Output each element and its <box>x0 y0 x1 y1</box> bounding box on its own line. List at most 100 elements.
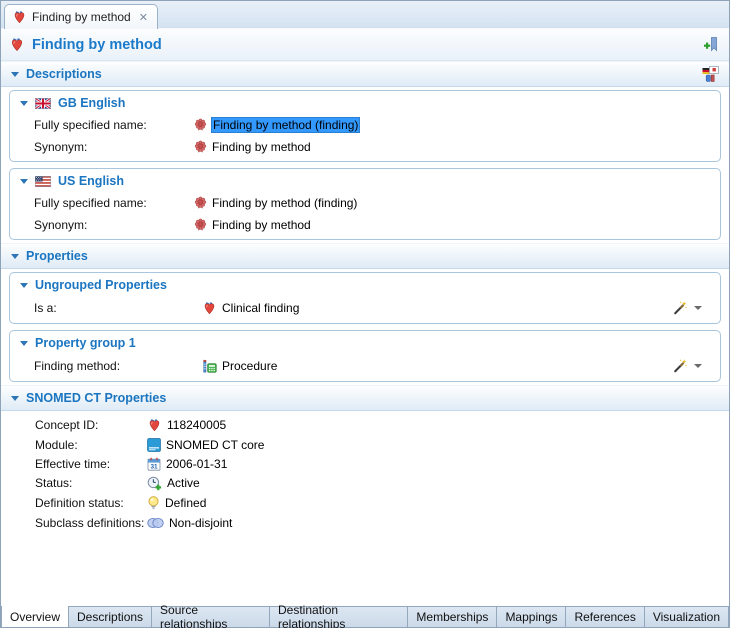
snomed-label: Definition status: <box>35 496 147 510</box>
module-icon <box>147 438 161 452</box>
svg-text:31: 31 <box>150 463 158 470</box>
description-label: Synonym: <box>34 140 194 154</box>
wand-icon[interactable] <box>672 358 688 374</box>
collapse-arrow-icon[interactable] <box>20 101 28 106</box>
snomed-row-status: Status: Active <box>1 473 729 493</box>
collapse-arrow-icon[interactable] <box>20 341 28 346</box>
description-label: Fully specified name: <box>34 196 194 210</box>
description-value[interactable]: Finding by method (finding) <box>212 196 357 210</box>
collapse-arrow-icon[interactable] <box>11 396 19 401</box>
description-value[interactable]: Finding by method <box>212 140 311 154</box>
page-title: Finding by method <box>32 37 162 53</box>
description-value[interactable]: Finding by method <box>212 218 311 232</box>
section-title-properties: Properties <box>26 249 88 263</box>
snomed-value: Defined <box>165 496 206 510</box>
property-label: Is a: <box>34 301 202 315</box>
description-label: Synonym: <box>34 218 194 232</box>
section-title-snomed: SNOMED CT Properties <box>26 391 166 405</box>
concept-editor-window: Finding by method ✕ Finding by method De… <box>0 0 730 628</box>
snomed-row-effective-time: Effective time: 31 2006-01-31 <box>1 454 729 473</box>
edit-property-control[interactable] <box>672 358 712 374</box>
tab-mappings[interactable]: Mappings <box>497 607 566 627</box>
chevron-down-icon[interactable] <box>694 364 702 368</box>
collapse-arrow-icon[interactable] <box>20 283 28 288</box>
snomed-row-module: Module: SNOMED CT core <box>1 435 729 454</box>
wand-icon[interactable] <box>672 300 688 316</box>
edit-property-control[interactable] <box>672 300 712 316</box>
section-header-descriptions[interactable]: Descriptions <box>1 61 729 87</box>
description-term-icon <box>194 140 207 154</box>
snomed-label: Module: <box>35 438 147 452</box>
description-term-icon <box>194 218 207 232</box>
editor-tab-title: Finding by method <box>32 10 131 24</box>
snomed-label: Concept ID: <box>35 418 147 432</box>
add-description-icon[interactable] <box>702 66 719 83</box>
editor-tab-bar: Finding by method ✕ <box>1 1 729 28</box>
description-label: Fully specified name: <box>34 118 194 132</box>
calendar-icon: 31 <box>147 457 161 471</box>
procedure-icon <box>202 359 217 374</box>
us-flag-icon <box>35 176 51 187</box>
clinical-finding-icon <box>147 418 162 433</box>
gb-flag-icon <box>35 98 51 109</box>
tab-destination-relationships[interactable]: Destination relationships <box>270 607 408 627</box>
collapse-arrow-icon[interactable] <box>11 72 19 77</box>
property-row-is-a: Is a: Clinical finding <box>10 296 720 320</box>
section-header-snomed-ct-properties[interactable]: SNOMED CT Properties <box>1 385 729 411</box>
snomed-value: Active <box>167 476 200 490</box>
editor-page-tab-bar: Overview Descriptions Source relationshi… <box>1 606 729 627</box>
content-spacer <box>1 534 729 606</box>
collapse-arrow-icon[interactable] <box>20 179 28 184</box>
description-term-icon <box>194 118 207 132</box>
snomed-row-subclass-definitions: Subclass definitions: Non-disjoint <box>1 513 729 532</box>
tab-source-relationships[interactable]: Source relationships <box>152 607 270 627</box>
language-panel-us-english: US English Fully specified name: Finding… <box>9 168 721 240</box>
description-row: Synonym: Finding by method <box>10 214 720 236</box>
description-value-selected[interactable]: Finding by method (finding) <box>212 118 359 132</box>
tab-descriptions[interactable]: Descriptions <box>69 607 152 627</box>
property-group-title: Property group 1 <box>35 336 136 350</box>
snomed-value: SNOMED CT core <box>166 438 264 452</box>
language-panel-header-us[interactable]: US English <box>10 169 720 192</box>
chevron-down-icon[interactable] <box>694 306 702 310</box>
overview-content: Descriptions <box>1 61 729 606</box>
snomed-label: Effective time: <box>35 457 147 471</box>
section-header-properties[interactable]: Properties <box>1 243 729 269</box>
property-group-header[interactable]: Ungrouped Properties <box>10 273 720 296</box>
snomed-value: Non-disjoint <box>169 516 232 530</box>
section-title-descriptions: Descriptions <box>26 67 102 81</box>
clinical-finding-icon <box>9 37 25 53</box>
tab-memberships[interactable]: Memberships <box>408 607 497 627</box>
language-panel-title: US English <box>58 174 124 188</box>
close-icon[interactable]: ✕ <box>139 11 148 24</box>
concept-header: Finding by method <box>1 28 729 61</box>
bookmark-add-icon[interactable] <box>702 36 719 53</box>
property-row-finding-method: Finding method: <box>10 354 720 378</box>
snomed-row-concept-id: Concept ID: 118240005 <box>1 415 729 435</box>
collapse-arrow-icon[interactable] <box>11 254 19 259</box>
editor-tab-finding-by-method[interactable]: Finding by method ✕ <box>4 4 158 29</box>
language-panel-title: GB English <box>58 96 125 110</box>
description-term-icon <box>194 196 207 210</box>
snomed-value: 2006-01-31 <box>166 457 227 471</box>
property-group-title: Ungrouped Properties <box>35 278 167 292</box>
description-row: Fully specified name: Finding by method … <box>10 192 720 214</box>
clinical-finding-icon <box>12 10 27 25</box>
language-panel-header-gb[interactable]: GB English <box>10 91 720 114</box>
property-group-header[interactable]: Property group 1 <box>10 331 720 354</box>
status-active-icon <box>147 476 162 491</box>
snomed-label: Status: <box>35 476 147 490</box>
property-value[interactable]: Clinical finding <box>222 301 299 315</box>
venn-icon <box>147 517 164 529</box>
property-group-panel-1: Property group 1 Finding method: <box>9 330 721 382</box>
language-panel-gb-english: GB English Fully specified name: Finding… <box>9 90 721 162</box>
description-row: Fully specified name: Finding by method … <box>10 114 720 136</box>
property-value[interactable]: Procedure <box>222 359 277 373</box>
tab-visualization[interactable]: Visualization <box>645 607 729 627</box>
lightbulb-icon <box>147 496 160 511</box>
clinical-finding-icon <box>202 301 217 316</box>
description-row: Synonym: Finding by method <box>10 136 720 158</box>
snomed-properties-list: Concept ID: 118240005 Module: <box>1 411 729 534</box>
tab-overview[interactable]: Overview <box>1 606 69 627</box>
tab-references[interactable]: References <box>566 607 644 627</box>
